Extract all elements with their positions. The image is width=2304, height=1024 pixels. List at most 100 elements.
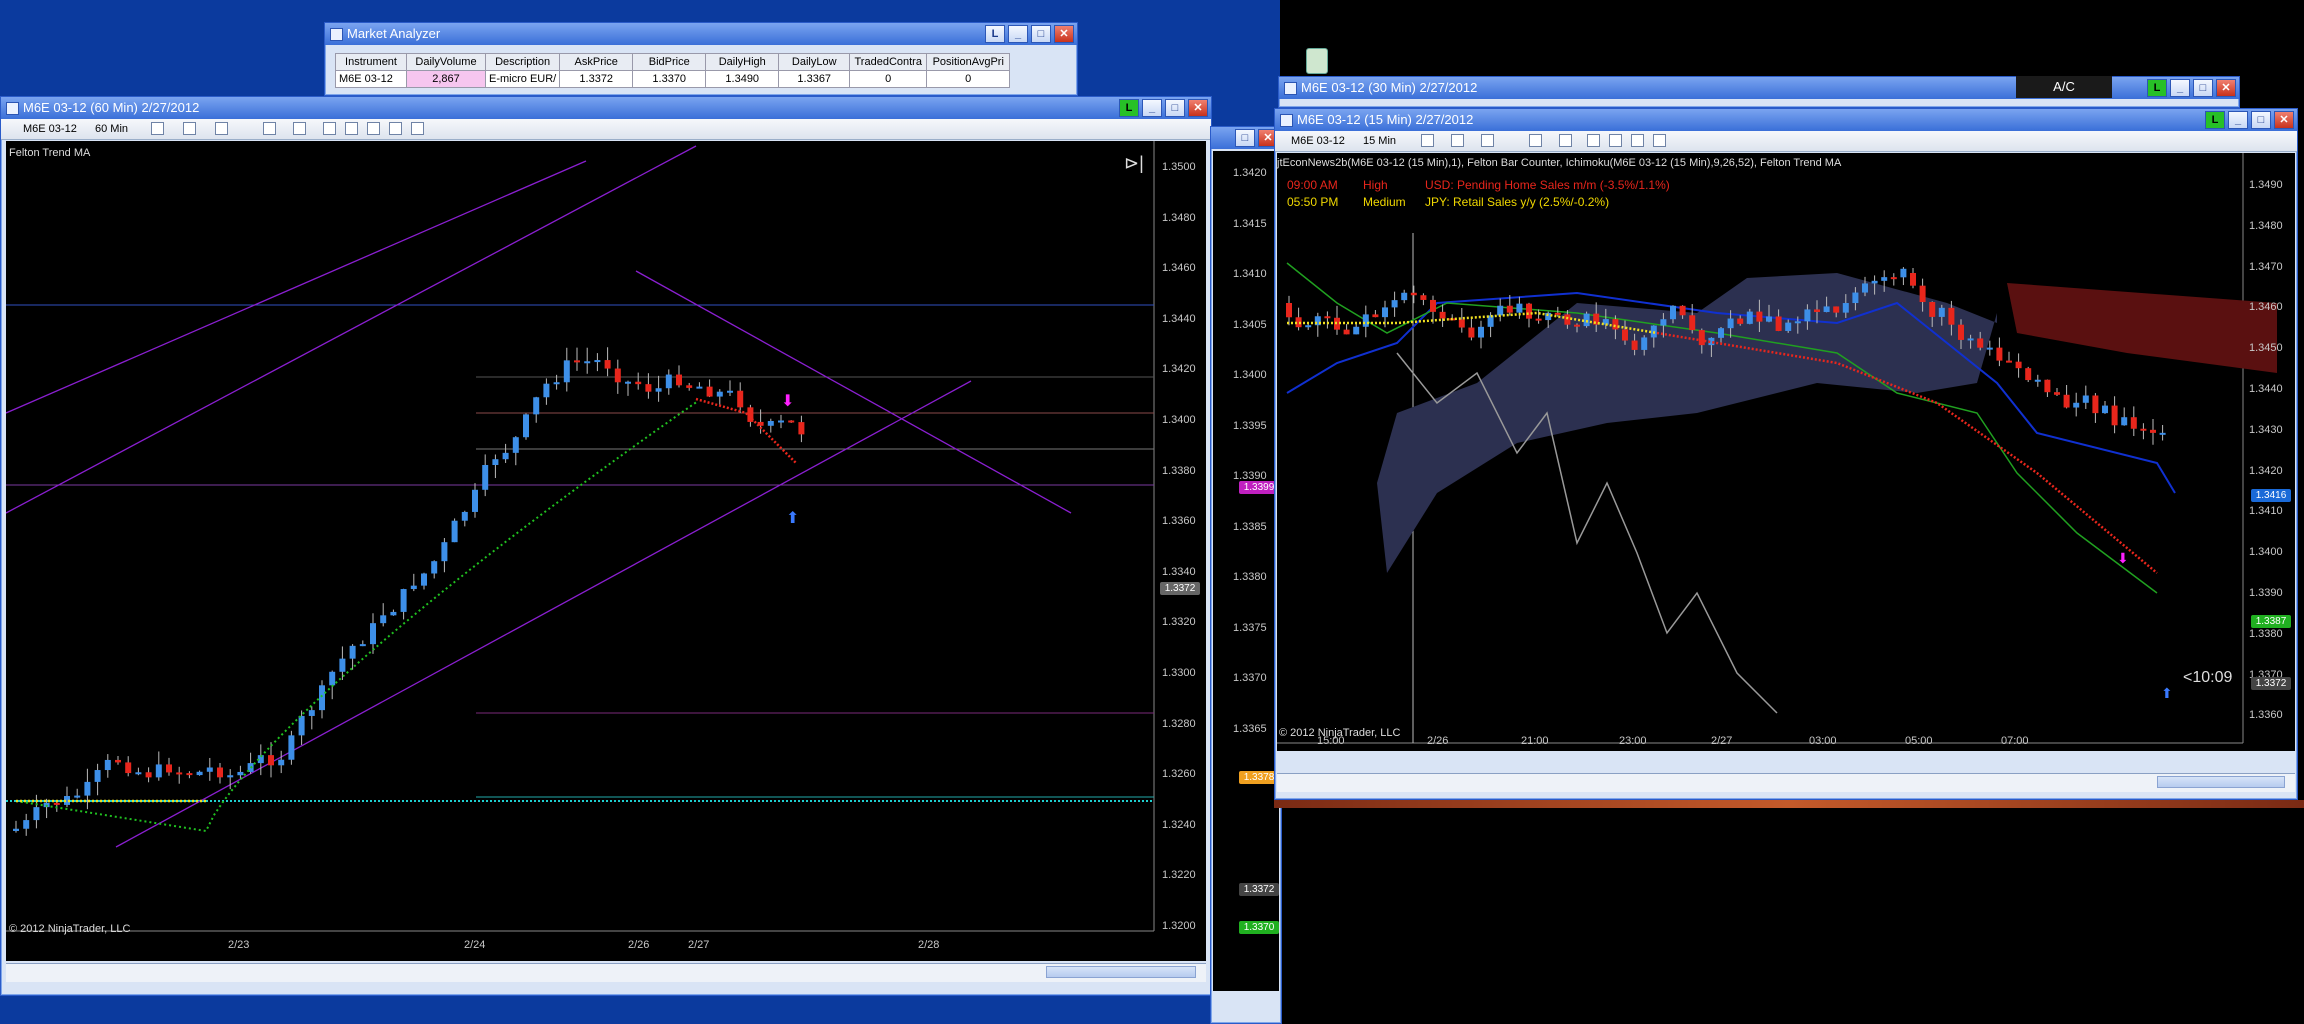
candle bbox=[2044, 379, 2051, 393]
cell[interactable]: 0 bbox=[849, 70, 928, 88]
pencil-icon[interactable] bbox=[183, 122, 196, 135]
bg-titlebar[interactable]: □ ✕ bbox=[1211, 127, 1281, 149]
y-tick-label: 1.3400 bbox=[1233, 369, 1267, 381]
data-box-icon[interactable] bbox=[389, 122, 402, 135]
candle bbox=[727, 390, 733, 393]
link-button[interactable]: L bbox=[985, 25, 1005, 43]
chart15-titlebar[interactable]: M6E 03-12 (15 Min) 2/27/2012 L _ □ ✕ bbox=[1275, 109, 2297, 131]
close-button[interactable]: ✕ bbox=[2274, 111, 2294, 129]
candle bbox=[1660, 319, 1667, 326]
chart-trader-icon[interactable] bbox=[411, 122, 424, 135]
chart60-panel[interactable]: ⬇ ⬆ Felton Trend MA © 2012 NinjaTrader, L… bbox=[6, 141, 1206, 961]
column-header[interactable]: AskPrice bbox=[559, 53, 634, 71]
candle bbox=[604, 360, 611, 369]
candle bbox=[125, 762, 132, 774]
window-icon bbox=[6, 102, 19, 115]
candle bbox=[217, 767, 223, 778]
scroll-thumb[interactable] bbox=[1046, 966, 1196, 978]
minimize-button[interactable]: _ bbox=[2170, 79, 2190, 97]
candle bbox=[2159, 432, 2166, 435]
properties-icon[interactable] bbox=[345, 122, 358, 135]
candle bbox=[1746, 311, 1753, 324]
candle bbox=[1823, 306, 1830, 313]
column-header[interactable]: Instrument bbox=[335, 53, 407, 71]
maximize-button[interactable]: □ bbox=[1031, 25, 1051, 43]
candle bbox=[1286, 303, 1292, 318]
candle bbox=[1506, 305, 1513, 313]
recycle-bin-icon[interactable] bbox=[1306, 48, 1328, 74]
interval-selector[interactable]: 15 Min bbox=[1363, 134, 1396, 148]
x-tick-label: 2/27 bbox=[688, 939, 710, 951]
column-header[interactable]: PositionAvgPri bbox=[926, 53, 1011, 71]
column-header[interactable]: DailyHigh bbox=[705, 53, 780, 71]
data-box-icon[interactable] bbox=[1653, 134, 1666, 147]
minimize-button[interactable]: _ bbox=[1142, 99, 1162, 117]
cursor-icon[interactable] bbox=[263, 122, 276, 135]
cell[interactable]: 1.3370 bbox=[632, 70, 707, 88]
close-button[interactable]: ✕ bbox=[1054, 25, 1074, 43]
column-header[interactable]: TradedContra bbox=[849, 53, 928, 71]
candle bbox=[1842, 303, 1849, 313]
indicator-icon[interactable] bbox=[1481, 134, 1494, 147]
close-button[interactable]: ✕ bbox=[2216, 79, 2236, 97]
account-connection-badge[interactable]: A/C bbox=[2016, 76, 2112, 98]
candle bbox=[686, 385, 693, 388]
pencil-icon[interactable] bbox=[1451, 134, 1464, 147]
properties-icon[interactable] bbox=[1609, 134, 1622, 147]
cell[interactable]: 1.3372 bbox=[559, 70, 634, 88]
chart15-scrollbar[interactable] bbox=[1277, 773, 2295, 792]
chart60-toolbar: M6E 03-12 60 Min bbox=[1, 119, 1211, 140]
price-tag: 1.3416 bbox=[2251, 489, 2291, 502]
x-tick-label: 2/26 bbox=[1427, 735, 1449, 747]
strategies-icon[interactable] bbox=[323, 122, 336, 135]
column-header[interactable]: BidPrice bbox=[632, 53, 707, 71]
chart30-title: M6E 03-12 (30 Min) 2/27/2012 bbox=[1301, 80, 1478, 95]
cell[interactable]: E-micro EUR/ bbox=[484, 70, 561, 88]
maximize-button[interactable]: □ bbox=[2193, 79, 2213, 97]
candle bbox=[1958, 324, 1964, 340]
copyright-label: © 2012 NinjaTrader, LLC bbox=[9, 923, 131, 935]
candle bbox=[767, 420, 774, 426]
link-button[interactable]: L bbox=[2205, 111, 2225, 129]
instrument-selector[interactable]: M6E 03-12 bbox=[1291, 134, 1345, 148]
maximize-button[interactable]: □ bbox=[1165, 99, 1185, 117]
cell[interactable]: 2,867 bbox=[406, 70, 486, 88]
strategies-icon[interactable] bbox=[1587, 134, 1600, 147]
cell[interactable]: 1.3367 bbox=[778, 70, 851, 88]
candle bbox=[2140, 428, 2147, 431]
chart15-panel[interactable]: ⬇ ⬆ jtEconNews2b(M6E 03-12 (15 Min),1), F… bbox=[1277, 153, 2295, 751]
interval-selector[interactable]: 60 Min bbox=[95, 122, 128, 136]
bar-type-icon[interactable] bbox=[151, 122, 164, 135]
scroll-to-end-icon[interactable]: ⊳| bbox=[1124, 153, 1144, 174]
minimize-button[interactable]: _ bbox=[2228, 111, 2248, 129]
close-button[interactable]: ✕ bbox=[1188, 99, 1208, 117]
template-icon[interactable] bbox=[367, 122, 380, 135]
link-button[interactable]: L bbox=[1119, 99, 1139, 117]
maximize-button[interactable]: □ bbox=[1235, 129, 1255, 147]
zoom-icon[interactable] bbox=[1559, 134, 1572, 147]
chart60-scrollbar[interactable] bbox=[6, 963, 1206, 982]
instrument-selector[interactable]: M6E 03-12 bbox=[23, 122, 77, 136]
cursor-icon[interactable] bbox=[1529, 134, 1542, 147]
candle bbox=[1353, 326, 1360, 335]
candle bbox=[1794, 321, 1801, 324]
bar-type-icon[interactable] bbox=[1421, 134, 1434, 147]
cell[interactable]: M6E 03-12 bbox=[335, 70, 407, 88]
column-header[interactable]: DailyLow bbox=[778, 53, 851, 71]
cell[interactable]: 0 bbox=[926, 70, 1011, 88]
chart60-titlebar[interactable]: M6E 03-12 (60 Min) 2/27/2012 L _ □ ✕ bbox=[1, 97, 1211, 119]
zoom-icon[interactable] bbox=[293, 122, 306, 135]
market-analyzer-titlebar[interactable]: Market Analyzer L _ □ ✕ bbox=[325, 23, 1077, 45]
maximize-button[interactable]: □ bbox=[2251, 111, 2271, 129]
minimize-button[interactable]: _ bbox=[1008, 25, 1028, 43]
candle bbox=[2150, 429, 2156, 433]
scroll-thumb[interactable] bbox=[2157, 776, 2285, 788]
template-icon[interactable] bbox=[1631, 134, 1644, 147]
link-button[interactable]: L bbox=[2147, 79, 2167, 97]
column-header[interactable]: Description bbox=[484, 53, 561, 71]
indicator-icon[interactable] bbox=[215, 122, 228, 135]
column-header[interactable]: DailyVolume bbox=[406, 53, 486, 71]
candle bbox=[1679, 305, 1686, 316]
y-tick-label: 1.3360 bbox=[2249, 709, 2283, 722]
cell[interactable]: 1.3490 bbox=[705, 70, 780, 88]
